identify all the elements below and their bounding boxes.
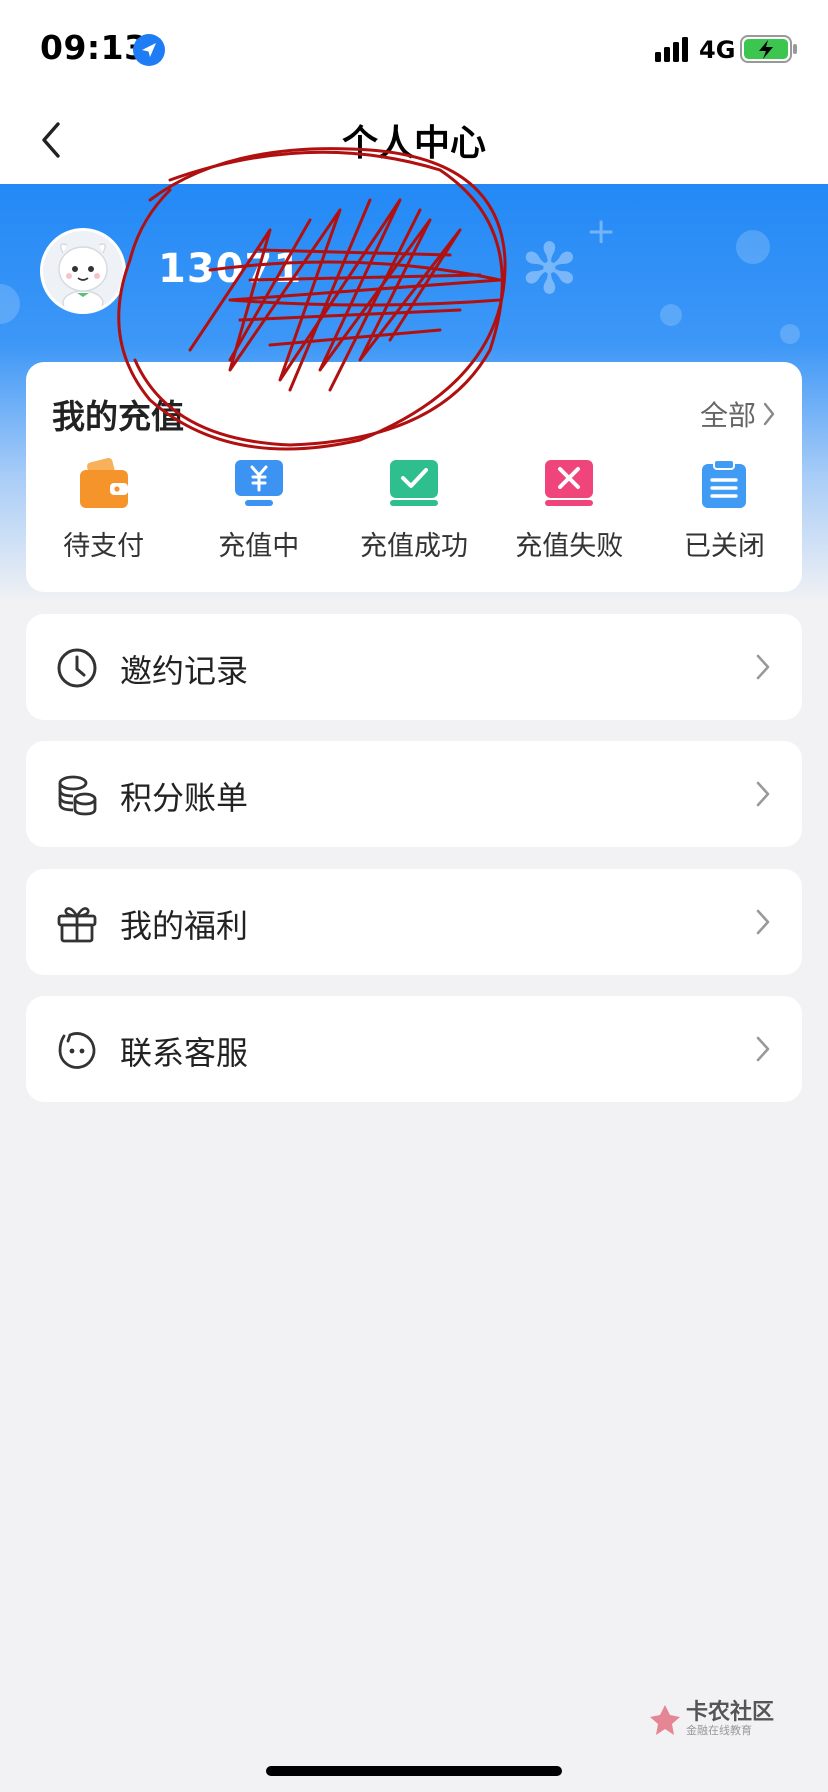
status-label: 充值失败 xyxy=(515,531,624,562)
page-title: 个人中心 xyxy=(341,123,486,164)
chevron-right-icon xyxy=(756,1036,770,1062)
recharge-card: 我的充值 全部 待支付 充值中 充值成功 充值失败 已关闭 xyxy=(26,362,802,592)
network-type: 4G xyxy=(699,36,736,64)
watermark: 卡农社区 金融在线教育 xyxy=(648,1702,774,1737)
gift-icon xyxy=(57,907,97,943)
chevron-right-icon xyxy=(763,402,775,426)
sparkle-icon: + xyxy=(586,211,617,252)
status-success[interactable]: 充值成功 xyxy=(336,458,491,563)
menu-item-invite-records[interactable]: 邀约记录 xyxy=(26,614,802,720)
wallet-icon xyxy=(79,458,128,508)
watermark-subtitle: 金融在线教育 xyxy=(686,1724,752,1737)
chevron-right-icon xyxy=(756,909,770,935)
status-closed[interactable]: 已关闭 xyxy=(647,458,802,563)
check-icon xyxy=(390,460,438,506)
recharge-title: 我的充值 xyxy=(52,397,184,436)
coins-icon xyxy=(58,775,97,816)
status-time: 09:13 xyxy=(40,28,148,67)
clipboard-icon xyxy=(702,459,747,508)
service-face-icon xyxy=(58,1032,96,1069)
yuan-icon xyxy=(234,460,283,506)
avatar[interactable] xyxy=(40,228,126,314)
status-recharging[interactable]: 充值中 xyxy=(181,458,336,563)
snowflake-icon: ✻ xyxy=(520,228,579,310)
cellular-signal-icon xyxy=(654,36,690,64)
recharge-status-row: 待支付 充值中 充值成功 充值失败 已关闭 xyxy=(26,458,802,563)
battery-charging-icon xyxy=(740,35,798,63)
clock-icon xyxy=(57,648,97,688)
chevron-right-icon xyxy=(756,781,770,807)
status-label: 充值成功 xyxy=(360,531,468,562)
menu-label: 我的福利 xyxy=(120,907,249,945)
menu-item-my-benefits[interactable]: 我的福利 xyxy=(26,869,802,975)
view-all-label: 全部 xyxy=(699,399,756,432)
watermark-logo-icon xyxy=(650,1704,680,1735)
nav-bar: 个人中心 xyxy=(0,96,828,184)
home-indicator[interactable] xyxy=(266,1766,562,1776)
cross-icon xyxy=(545,460,594,506)
menu-label: 联系客服 xyxy=(120,1034,249,1072)
chevron-right-icon xyxy=(756,654,770,680)
status-label: 充值中 xyxy=(218,531,300,562)
menu-item-contact-service[interactable]: 联系客服 xyxy=(26,996,802,1102)
menu-item-points-bill[interactable]: 积分账单 xyxy=(26,741,802,847)
status-pending-payment[interactable]: 待支付 xyxy=(26,458,181,563)
status-label: 待支付 xyxy=(63,531,145,562)
location-arrow-icon xyxy=(133,34,165,66)
status-bar: 09:13 4G xyxy=(0,0,828,96)
username-phone: 13071 xyxy=(158,246,303,292)
watermark-title: 卡农社区 xyxy=(686,1700,775,1725)
view-all-link[interactable]: 全部 xyxy=(700,394,776,434)
status-failed[interactable]: 充值失败 xyxy=(492,458,647,563)
menu-label: 邀约记录 xyxy=(120,652,249,690)
menu-label: 积分账单 xyxy=(120,779,249,817)
status-label: 已关闭 xyxy=(683,531,765,562)
